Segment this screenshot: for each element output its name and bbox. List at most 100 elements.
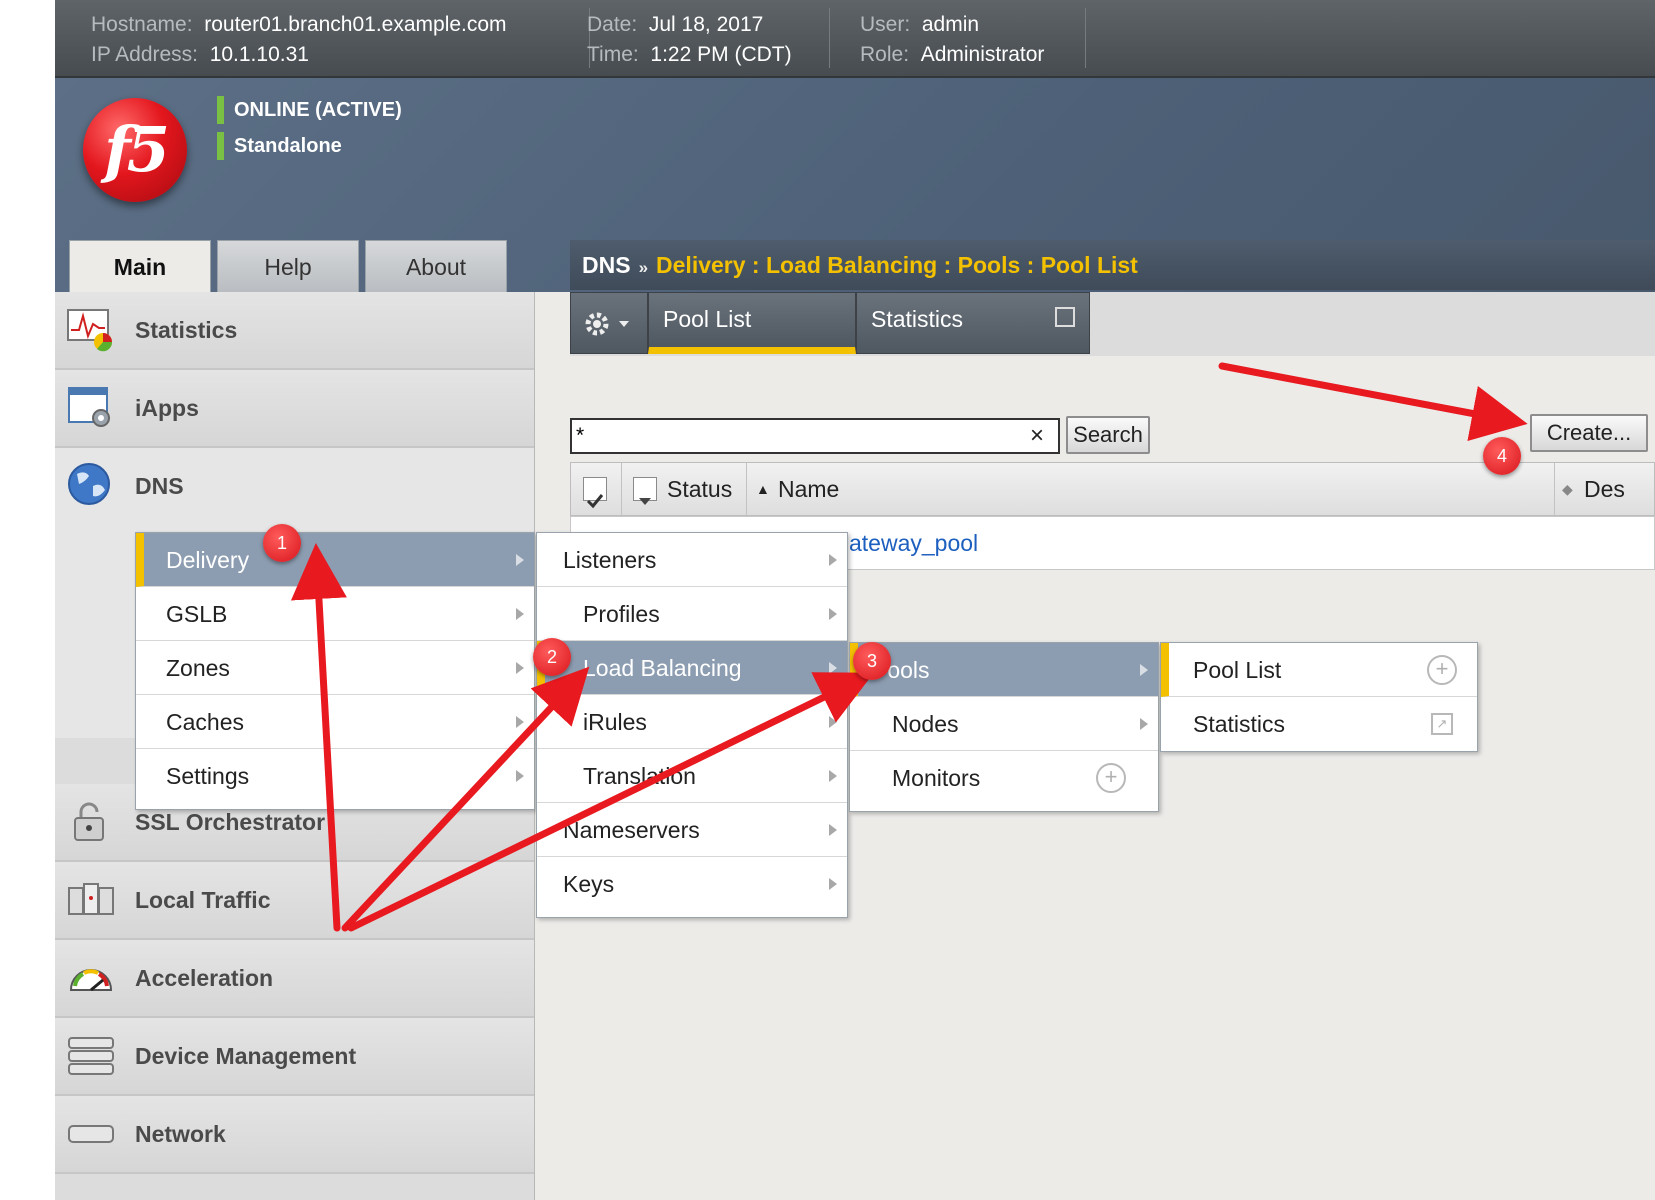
menu-item-pool-statistics[interactable]: Statistics ↗ — [1161, 697, 1477, 751]
gear-menu-button[interactable] — [570, 292, 648, 354]
nav-dns-label: DNS — [135, 473, 184, 499]
menu-item-label: Translation — [583, 763, 696, 789]
tab-help[interactable]: Help — [217, 240, 359, 292]
app-window: Hostname: router01.branch01.example.com … — [55, 0, 1655, 1200]
user-label: User: — [860, 13, 911, 36]
menu-item-nameservers[interactable]: Nameservers — [537, 803, 847, 857]
name-column[interactable]: ▲ Name — [746, 463, 1555, 515]
nav-device-management-label: Device Management — [135, 1043, 357, 1069]
menu-item-label: Monitors — [892, 765, 981, 791]
menu-item-irules[interactable]: iRules — [537, 695, 847, 749]
menu-item-pool-list[interactable]: Pool List + — [1161, 643, 1477, 697]
f5-logo[interactable]: f5 — [83, 98, 187, 202]
menu-item-caches[interactable]: Caches — [136, 695, 534, 749]
add-circle-icon[interactable]: + — [1427, 655, 1457, 685]
padlock-icon — [74, 802, 104, 841]
external-link-icon[interactable]: ↗ — [1431, 713, 1453, 735]
breadcrumb-root[interactable]: DNS — [582, 252, 631, 278]
step-badge-1: 1 — [263, 524, 301, 562]
header-divider — [1085, 8, 1086, 68]
tab-main[interactable]: Main — [69, 240, 211, 293]
pools-submenu: Pool List + Statistics ↗ — [1160, 642, 1478, 752]
step-badge-3: 3 — [853, 642, 891, 680]
subtab-statistics-label: Statistics — [871, 306, 964, 332]
subtab-pool-list[interactable]: Pool List — [648, 292, 856, 354]
status-online: ONLINE (ACTIVE) — [217, 96, 402, 124]
menu-item-label: Caches — [166, 709, 244, 735]
subtab-statistics[interactable]: Statistics — [856, 292, 1090, 354]
menu-item-zones[interactable]: Zones — [136, 641, 534, 695]
tab-about[interactable]: About — [365, 240, 507, 292]
chevron-right-icon — [516, 608, 524, 620]
time-value: 1:22 PM (CDT) — [650, 43, 792, 66]
role-value: Administrator — [920, 43, 1045, 66]
menu-item-label: iRules — [583, 709, 647, 735]
chevron-right-icon — [1140, 718, 1148, 730]
chevron-right-icon — [516, 770, 524, 782]
menu-item-profiles[interactable]: Profiles — [537, 587, 847, 641]
ip-label: IP Address: — [91, 43, 199, 66]
nav-device-management[interactable]: Device Management — [55, 1018, 534, 1096]
delivery-submenu: Listeners Profiles Load Balancing iRules… — [536, 532, 848, 918]
host-info: Hostname: router01.branch01.example.com … — [91, 10, 507, 70]
status-filter-dropdown[interactable] — [633, 477, 657, 505]
select-all-checkbox[interactable] — [583, 477, 607, 509]
nav-statistics[interactable]: Statistics — [55, 292, 534, 370]
nav-local-traffic[interactable]: Local Traffic — [55, 862, 534, 940]
gear-icon — [585, 312, 629, 336]
select-all-column — [571, 463, 622, 515]
menu-item-label: Settings — [166, 763, 250, 789]
load-balancing-submenu: Pools Nodes Monitors + — [849, 642, 1159, 812]
sort-icon: ◆ — [1562, 481, 1573, 497]
pool-name-link[interactable]: ateway_pool — [849, 517, 978, 569]
chevron-right-icon — [829, 770, 837, 782]
nav-network[interactable]: Network — [55, 1096, 534, 1174]
status-mode: Standalone — [217, 132, 342, 160]
user-info: User: admin Role: Administrator — [860, 10, 1044, 70]
chevron-right-icon — [829, 716, 837, 728]
subtab-bar: Pool List Statistics — [570, 292, 1655, 356]
menu-item-label: GSLB — [166, 601, 228, 627]
date-value: Jul 18, 2017 — [648, 13, 764, 36]
role-label: Role: — [860, 43, 910, 66]
dns-submenu: Delivery GSLB Zones Caches Settings — [135, 532, 535, 810]
menu-item-settings[interactable]: Settings — [136, 749, 534, 803]
menu-item-load-balancing[interactable]: Load Balancing — [537, 641, 847, 695]
search-button[interactable]: Search — [1066, 416, 1150, 454]
breadcrumb-path: Delivery : Load Balancing : Pools : Pool… — [656, 252, 1138, 278]
menu-item-monitors[interactable]: Monitors + — [850, 751, 1158, 805]
menu-item-label: Profiles — [583, 601, 660, 627]
nav-network-label: Network — [135, 1121, 226, 1147]
menu-item-pools[interactable]: Pools — [850, 643, 1158, 697]
status-column[interactable]: Status — [621, 463, 747, 515]
statistics-chart-icon — [67, 309, 113, 352]
nav-iapps-label: iApps — [135, 395, 199, 421]
date-info: Date: Jul 18, 2017 Time: 1:22 PM (CDT) — [587, 10, 792, 70]
menu-item-keys[interactable]: Keys — [537, 857, 847, 911]
menu-item-label: Listeners — [563, 547, 657, 573]
description-column[interactable]: ◆ Des — [1554, 463, 1655, 515]
search-input[interactable]: * — [570, 418, 1060, 454]
breadcrumb-separator: » — [638, 258, 649, 277]
description-column-label: Des — [1584, 476, 1625, 502]
menu-item-nodes[interactable]: Nodes — [850, 697, 1158, 751]
step-badge-4: 4 — [1483, 437, 1521, 475]
nav-iapps[interactable]: iApps — [55, 370, 534, 448]
device-stack-icon — [68, 1037, 114, 1075]
menu-item-label: Nameservers — [563, 817, 700, 843]
breadcrumb: DNS » Delivery : Load Balancing : Pools : … — [570, 240, 1655, 290]
nav-acceleration[interactable]: Acceleration — [55, 940, 534, 1018]
menu-item-label: Delivery — [166, 547, 250, 573]
system-header: Hostname: router01.branch01.example.com … — [55, 0, 1655, 78]
ip-value: 10.1.10.31 — [209, 43, 309, 66]
menu-item-gslb[interactable]: GSLB — [136, 587, 534, 641]
nav-acceleration-label: Acceleration — [135, 965, 274, 991]
user-value: admin — [921, 13, 980, 36]
menu-item-translation[interactable]: Translation — [537, 749, 847, 803]
menu-item-delivery[interactable]: Delivery — [136, 533, 534, 587]
network-device-icon — [68, 1125, 114, 1143]
add-circle-icon[interactable]: + — [1096, 763, 1126, 793]
create-button[interactable]: Create... — [1530, 414, 1648, 452]
menu-item-listeners[interactable]: Listeners — [537, 533, 847, 587]
clear-search-icon[interactable]: × — [1030, 420, 1044, 452]
